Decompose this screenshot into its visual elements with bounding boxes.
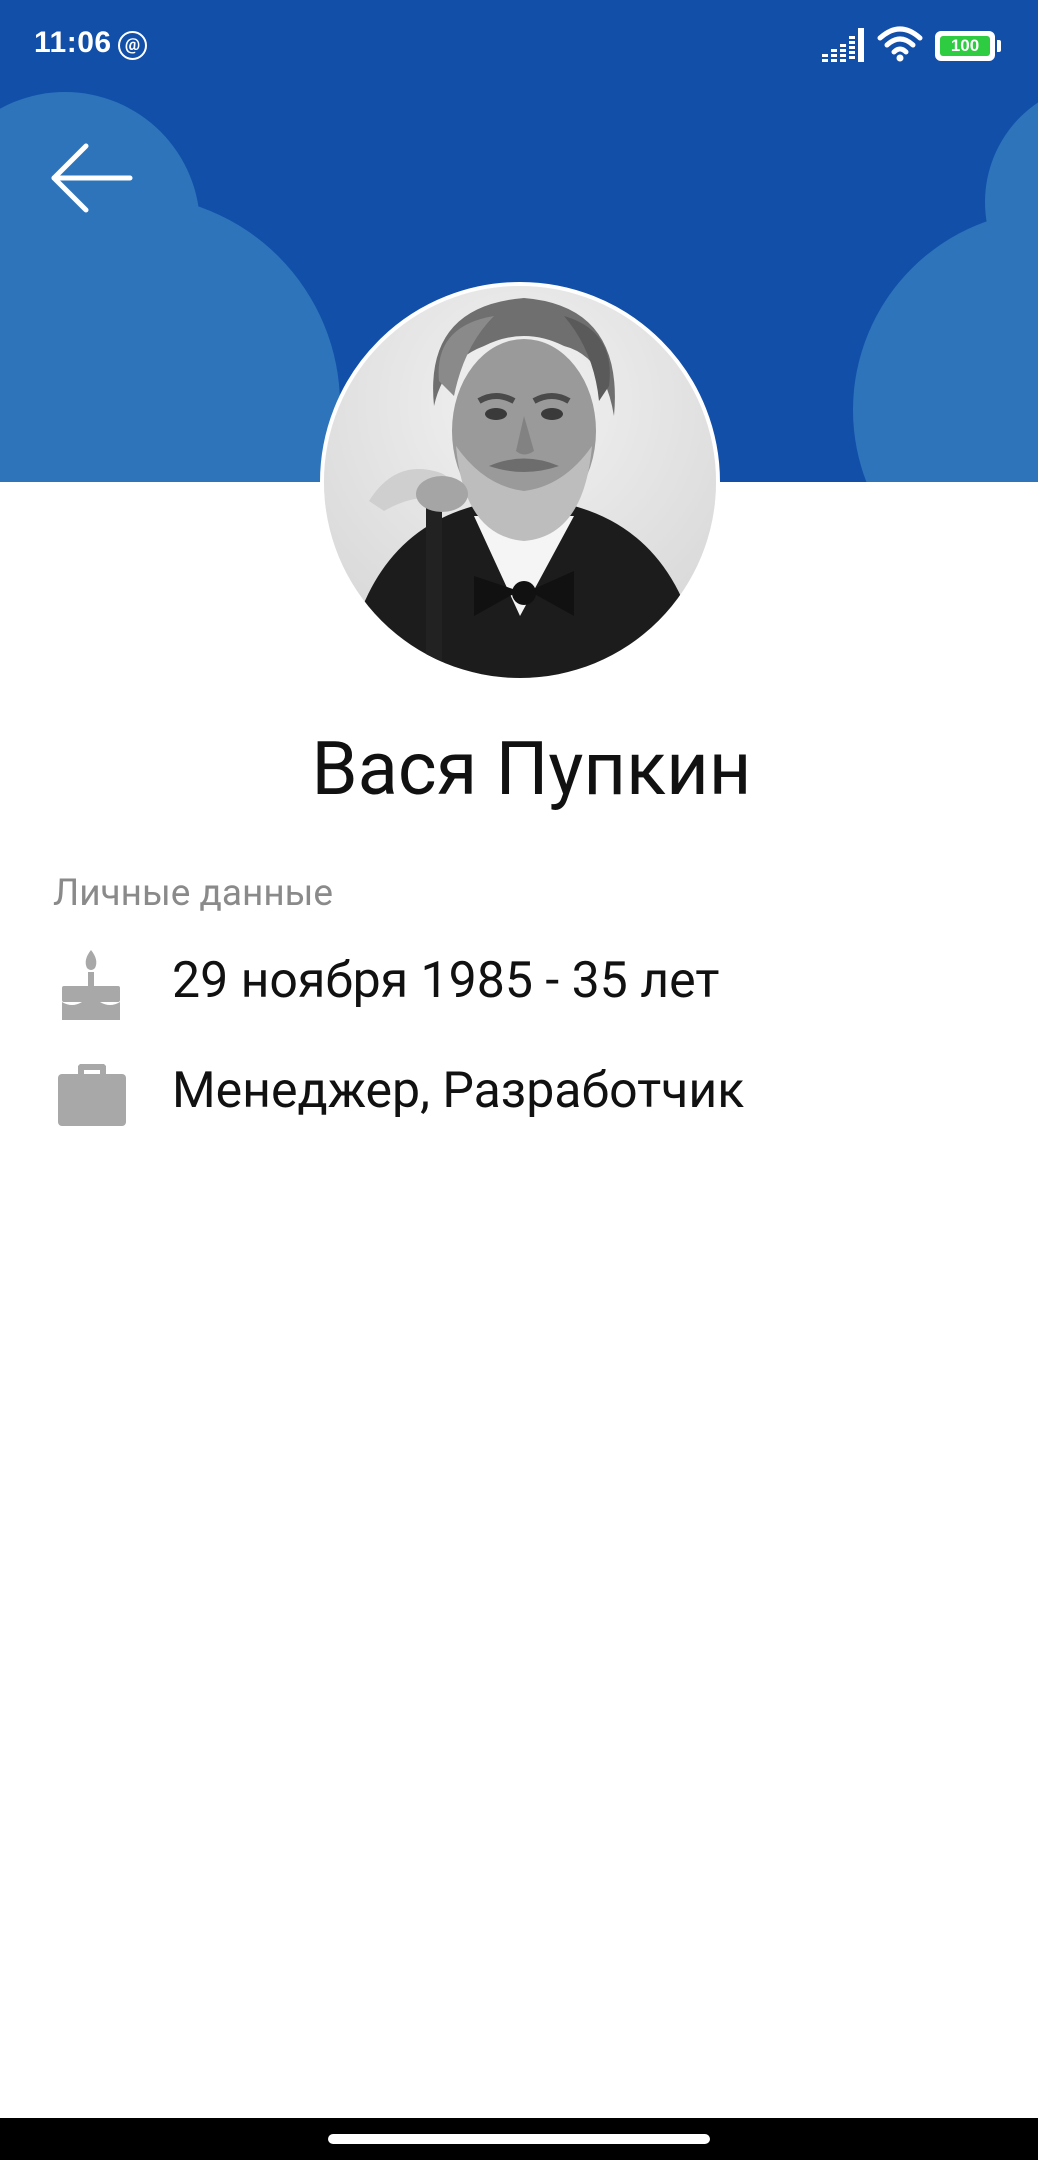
status-time: 11:06: [34, 26, 112, 59]
section-title: Личные данные: [53, 872, 334, 915]
signal-icon: [822, 28, 864, 62]
cloud-decoration: [853, 210, 1038, 482]
briefcase-icon: [58, 1064, 126, 1126]
profile-photo: [324, 286, 716, 678]
profile-name: Вася Пупкин: [311, 726, 752, 813]
birthday-cake-icon: [62, 950, 120, 1020]
cloud-decoration: [0, 195, 340, 482]
position-row: Менеджер, Разработчик: [0, 1048, 1038, 1138]
status-bar: 11:06 @ 100: [0, 0, 1038, 92]
back-button[interactable]: [42, 130, 142, 230]
arrow-left-icon: [51, 143, 133, 213]
profile-screen: 11:06 @ 100 Вася Пупкин Личные данные 29…: [0, 0, 1038, 2160]
system-nav-bar: [0, 2118, 1038, 2160]
home-indicator[interactable]: [328, 2134, 710, 2144]
birthday-row: 29 ноября 1985 - 35 лет: [0, 940, 1038, 1030]
wifi-icon: [877, 26, 923, 62]
battery-icon: 100: [935, 31, 1001, 61]
position-text: Менеджер, Разработчик: [172, 1062, 745, 1120]
birthday-text: 29 ноября 1985 - 35 лет: [172, 952, 720, 1010]
avatar[interactable]: [320, 282, 720, 682]
battery-level: 100: [940, 36, 990, 56]
status-at-icon: @: [118, 31, 147, 60]
